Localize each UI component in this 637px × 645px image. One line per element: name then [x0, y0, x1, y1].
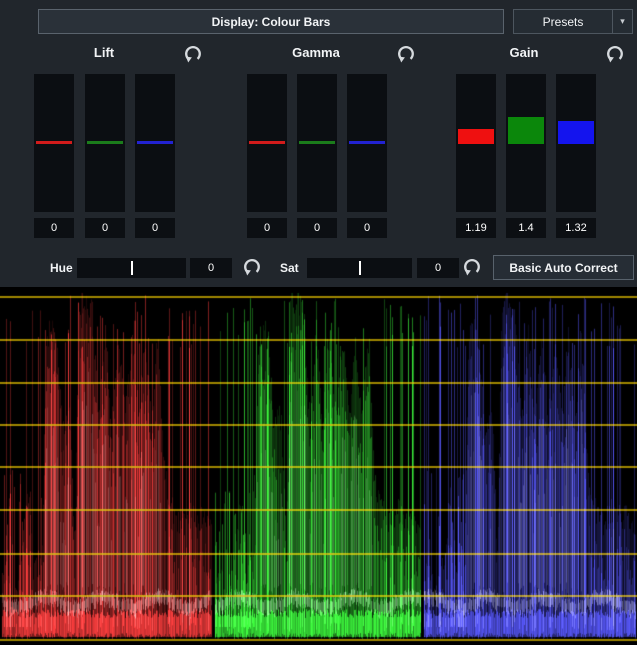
- lift-blue-value-box[interactable]: 0: [135, 218, 175, 238]
- hue-slider-handle[interactable]: [131, 261, 133, 275]
- sat-slider-handle[interactable]: [359, 261, 361, 275]
- gamma-green-slider[interactable]: [297, 74, 337, 212]
- hue-label: Hue: [50, 258, 73, 278]
- presets-button[interactable]: Presets ▾: [513, 9, 633, 34]
- sat-label: Sat: [280, 258, 299, 278]
- gamma-reset-button[interactable]: [396, 44, 416, 64]
- gain-green-value-box[interactable]: 1.4: [506, 218, 546, 238]
- gain-green-slider-handle[interactable]: [508, 117, 544, 144]
- sat-value-box[interactable]: 0: [417, 258, 459, 278]
- gamma-red-slider[interactable]: [247, 74, 287, 212]
- sat-slider[interactable]: [307, 258, 412, 278]
- display-mode-label: Display: Colour Bars: [212, 15, 331, 29]
- waveform-scope: [0, 287, 637, 645]
- reset-circular-arrow-icon: [605, 44, 625, 64]
- lift-red-value-box[interactable]: 0: [34, 218, 74, 238]
- reset-circular-arrow-icon: [242, 257, 262, 277]
- sat-reset-button[interactable]: [462, 257, 482, 277]
- gain-blue-slider-handle[interactable]: [558, 121, 594, 144]
- gain-green-slider[interactable]: [506, 74, 546, 212]
- gamma-blue-value-box[interactable]: 0: [347, 218, 387, 238]
- display-mode-button[interactable]: Display: Colour Bars: [38, 9, 504, 34]
- presets-label: Presets: [543, 15, 584, 29]
- reset-circular-arrow-icon: [183, 44, 203, 64]
- gain-blue-value-box[interactable]: 1.32: [556, 218, 596, 238]
- lift-blue-slider[interactable]: [135, 74, 175, 212]
- gamma-green-value-box[interactable]: 0: [297, 218, 337, 238]
- gamma-green-slider-handle[interactable]: [299, 141, 335, 144]
- lift-green-slider[interactable]: [85, 74, 125, 212]
- reset-circular-arrow-icon: [396, 44, 416, 64]
- lift-red-slider[interactable]: [34, 74, 74, 212]
- lift-green-slider-handle[interactable]: [87, 141, 123, 144]
- hue-reset-button[interactable]: [242, 257, 262, 277]
- gain-red-slider[interactable]: [456, 74, 496, 212]
- gamma-blue-slider-handle[interactable]: [349, 141, 385, 144]
- gain-blue-slider[interactable]: [556, 74, 596, 212]
- basic-auto-correct-button[interactable]: Basic Auto Correct: [493, 255, 634, 280]
- presets-dropdown-button[interactable]: ▾: [612, 10, 632, 33]
- lift-red-slider-handle[interactable]: [36, 141, 72, 144]
- basic-auto-correct-label: Basic Auto Correct: [509, 261, 617, 275]
- lift-green-value-box[interactable]: 0: [85, 218, 125, 238]
- gamma-section-label: Gamma: [292, 45, 340, 60]
- hue-value-box[interactable]: 0: [190, 258, 232, 278]
- gain-red-slider-handle[interactable]: [458, 129, 494, 144]
- gamma-blue-slider[interactable]: [347, 74, 387, 212]
- colour-correction-panel: Display: Colour Bars Presets ▾ Lift000Ga…: [0, 0, 637, 645]
- gain-red-value-box[interactable]: 1.19: [456, 218, 496, 238]
- gain-section-label: Gain: [510, 45, 539, 60]
- reset-circular-arrow-icon: [462, 257, 482, 277]
- gamma-red-slider-handle[interactable]: [249, 141, 285, 144]
- gamma-red-value-box[interactable]: 0: [247, 218, 287, 238]
- lift-blue-slider-handle[interactable]: [137, 141, 173, 144]
- hue-slider[interactable]: [77, 258, 186, 278]
- gain-reset-button[interactable]: [605, 44, 625, 64]
- chevron-down-icon: ▾: [620, 16, 625, 27]
- presets-label-area[interactable]: Presets: [514, 10, 612, 33]
- lift-section-label: Lift: [94, 45, 114, 60]
- lift-reset-button[interactable]: [183, 44, 203, 64]
